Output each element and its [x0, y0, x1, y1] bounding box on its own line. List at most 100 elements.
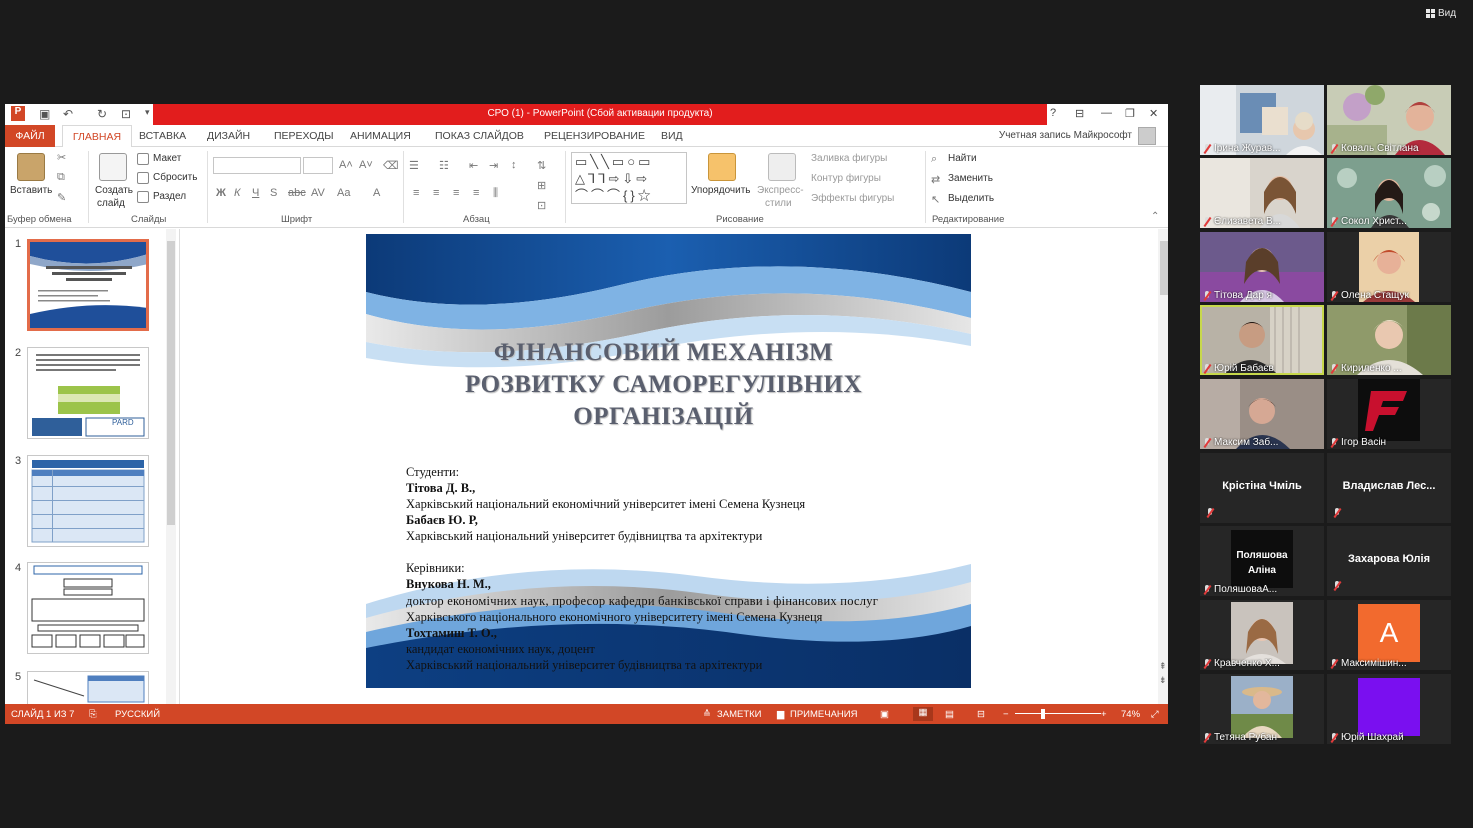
undo-icon[interactable]: ↶ — [63, 107, 73, 121]
smartart-icon[interactable]: ⊡ — [537, 199, 546, 212]
current-slide[interactable]: ФІНАНСОВИЙ МЕХАНІЗМ РОЗВИТКУ САМОРЕГУЛІВ… — [366, 234, 971, 688]
spellcheck-icon[interactable]: ⎘ — [89, 709, 97, 720]
participant-tile[interactable]: Владислав Лес... — [1327, 453, 1451, 523]
reset-button[interactable]: Сбросить — [153, 172, 197, 183]
new-slide-button[interactable]: Создать — [95, 185, 133, 196]
language-indicator[interactable]: РУССКИЙ — [115, 709, 160, 720]
participant-tile[interactable]: Крістіна Чміль — [1200, 453, 1324, 523]
participant-tile-active-speaker[interactable]: Юрій Бабаєв — [1200, 305, 1324, 375]
tab-view[interactable]: ВИД — [661, 130, 683, 142]
tab-animation[interactable]: АНИМАЦИЯ — [350, 130, 411, 142]
line-spacing-icon[interactable]: ↕ — [511, 159, 517, 171]
tab-home[interactable]: ГЛАВНАЯ — [62, 125, 132, 148]
minimize-icon[interactable]: — — [1101, 107, 1112, 119]
zoom-in-icon[interactable]: + — [1101, 709, 1107, 720]
shape-effects-button[interactable]: Эффекты фигуры — [811, 193, 894, 204]
decrease-indent-icon[interactable]: ⇤ — [469, 159, 478, 172]
save-icon[interactable]: ▣ — [39, 107, 50, 121]
fit-slide-icon[interactable]: ⤢ — [1151, 709, 1159, 720]
text-direction-icon[interactable]: ⇅ — [537, 159, 546, 172]
zoom-out-icon[interactable]: − — [1003, 709, 1009, 720]
shadow-icon[interactable]: S — [270, 187, 277, 199]
view-button[interactable]: Вид — [1426, 8, 1456, 19]
char-spacing-icon[interactable]: AV — [311, 187, 325, 199]
participant-tile[interactable]: Поляшова Аліна ПоляшоваА... — [1200, 526, 1324, 596]
increase-indent-icon[interactable]: ⇥ — [489, 159, 498, 172]
participant-tile[interactable]: Олена Стащук — [1327, 232, 1451, 302]
cut-icon[interactable]: ✂ — [57, 151, 66, 164]
layout-button[interactable]: Макет — [153, 153, 181, 164]
find-button[interactable]: Найти — [948, 153, 977, 164]
participant-tile[interactable]: Кравченко Х... — [1200, 600, 1324, 670]
participant-tile[interactable]: Кириленко ... — [1327, 305, 1451, 375]
align-left-icon[interactable]: ≡ — [413, 187, 419, 199]
shape-fill-button[interactable]: Заливка фигуры — [811, 153, 887, 164]
tab-design[interactable]: ДИЗАЙН — [207, 130, 250, 142]
participant-tile[interactable]: Тетяна Рубан — [1200, 674, 1324, 744]
participant-tile[interactable]: А Максимішин... — [1327, 600, 1451, 670]
font-color-icon[interactable]: A — [373, 187, 380, 199]
participant-tile[interactable]: Захарова Юлія — [1327, 526, 1451, 596]
bullets-icon[interactable]: ☰ — [409, 159, 419, 172]
slide-thumbnail-4[interactable] — [27, 562, 149, 654]
tab-review[interactable]: РЕЦЕНЗИРОВАНИЕ — [544, 130, 645, 142]
slideshow-view-icon[interactable]: ⊟ — [977, 709, 985, 720]
tab-slideshow[interactable]: ПОКАЗ СЛАЙДОВ — [435, 130, 524, 142]
shape-outline-button[interactable]: Контур фигуры — [811, 173, 881, 184]
zoom-level[interactable]: 74% — [1121, 709, 1140, 720]
reading-view-icon[interactable]: ▤ — [945, 709, 954, 720]
redo-icon[interactable]: ↻ — [97, 107, 107, 121]
bold-icon[interactable]: Ж — [216, 187, 226, 199]
align-right-icon[interactable]: ≡ — [453, 187, 459, 199]
close-icon[interactable]: ✕ — [1149, 107, 1158, 120]
slide-thumbnail-2[interactable]: PARD — [27, 347, 149, 439]
numbering-icon[interactable]: ☷ — [439, 159, 449, 172]
tab-transitions[interactable]: ПЕРЕХОДЫ — [274, 130, 334, 142]
replace-button[interactable]: Заменить — [948, 173, 993, 184]
section-button[interactable]: Раздел — [153, 191, 186, 202]
shrink-font-icon[interactable]: A˅ — [359, 159, 373, 171]
change-case-icon[interactable]: Aa — [337, 187, 350, 199]
slide-thumbnail-5[interactable] — [27, 671, 149, 704]
copy-icon[interactable]: ⧉ — [57, 171, 65, 184]
justify-icon[interactable]: ≡ — [473, 187, 479, 199]
collapse-ribbon-icon[interactable]: ⌃ — [1151, 211, 1159, 222]
restore-icon[interactable]: ❐ — [1125, 107, 1135, 120]
font-size-combo[interactable] — [303, 157, 333, 174]
help-icon[interactable]: ? — [1050, 107, 1056, 119]
start-slideshow-icon[interactable]: ⊡ — [121, 107, 131, 121]
participant-tile[interactable]: Юрій Шахрай — [1327, 674, 1451, 744]
participant-tile[interactable]: Тітова Дар я — [1200, 232, 1324, 302]
participant-tile[interactable]: Ігор Васін — [1327, 379, 1451, 449]
previous-slide-icon[interactable]: ⇞ — [1159, 661, 1167, 672]
thumbnails-scrollbar[interactable] — [166, 229, 176, 704]
align-text-icon[interactable]: ⊞ — [537, 179, 546, 192]
participant-tile[interactable]: Коваль Світлана — [1327, 85, 1451, 155]
quick-styles-button[interactable]: Экспресс- — [757, 185, 804, 196]
zoom-slider[interactable] — [1015, 713, 1101, 714]
tab-insert[interactable]: ВСТАВКА — [139, 130, 186, 142]
zoom-slider-thumb[interactable] — [1041, 709, 1045, 719]
slide-thumbnail-1[interactable] — [27, 239, 149, 331]
slide-scrollbar[interactable]: ⇞ ⇟ — [1158, 229, 1168, 704]
customize-qat-icon[interactable]: ▾ — [145, 107, 150, 118]
italic-icon[interactable]: К — [234, 187, 240, 199]
select-button[interactable]: Выделить — [948, 193, 994, 204]
tab-file[interactable]: ФАЙЛ — [5, 125, 55, 147]
paste-button[interactable]: Вставить — [10, 185, 52, 196]
slide-thumbnail-3[interactable] — [27, 455, 149, 547]
underline-icon[interactable]: Ч — [252, 187, 259, 199]
normal-view-icon[interactable]: ▣ — [880, 709, 889, 720]
notes-button[interactable]: ЗАМЕТКИ — [717, 709, 762, 720]
shapes-gallery[interactable]: ▭╲╲▭○▭ △⅂⅂⇨⇩⇨ ⌒⌒⌒{}☆ — [571, 152, 687, 204]
participant-tile[interactable]: Сокол Христ... — [1327, 158, 1451, 228]
comments-button[interactable]: ПРИМЕЧАНИЯ — [790, 709, 857, 720]
slide-sorter-view-icon[interactable]: ▦ — [913, 707, 933, 721]
participant-tile[interactable]: Ірина Журав... — [1200, 85, 1324, 155]
account-avatar[interactable] — [1138, 127, 1156, 145]
font-name-combo[interactable] — [213, 157, 301, 174]
arrange-button[interactable]: Упорядочить — [691, 185, 751, 196]
account-menu[interactable]: Учетная запись Майкрософт — [999, 130, 1132, 141]
grow-font-icon[interactable]: A˄ — [339, 159, 353, 171]
clear-format-icon[interactable]: ⌫ — [383, 159, 399, 172]
